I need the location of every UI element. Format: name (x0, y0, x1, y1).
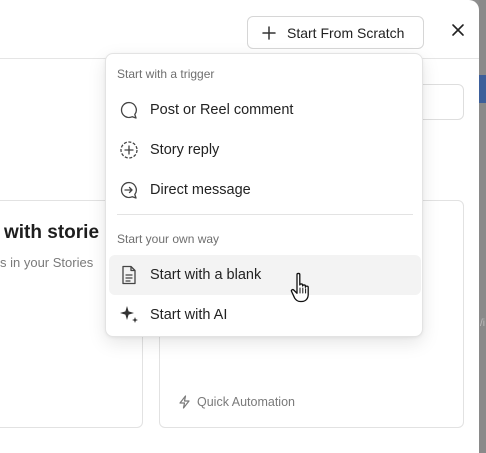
menu-item-start-ai[interactable]: Start with AI (109, 295, 421, 335)
start-from-scratch-button[interactable]: Start From Scratch (247, 16, 424, 49)
backdrop-text: /i (480, 318, 485, 329)
own-way-section-label: Start your own way (117, 232, 220, 246)
start-options-dropdown: Start with a trigger Post or Reel commen… (105, 53, 423, 337)
comment-bubble-icon (118, 99, 140, 121)
menu-item-story-reply[interactable]: Story reply (109, 130, 421, 170)
card-tag: Quick Automation (178, 395, 295, 409)
sparkle-icon (118, 304, 140, 326)
menu-item-post-comment[interactable]: Post or Reel comment (109, 90, 421, 130)
plus-icon (262, 25, 276, 40)
close-button[interactable] (446, 20, 470, 44)
menu-item-label: Start with AI (150, 307, 228, 323)
start-from-scratch-label: Start From Scratch (287, 24, 405, 41)
menu-item-label: Post or Reel comment (150, 102, 294, 118)
menu-item-start-blank[interactable]: Start with a blank (109, 255, 421, 295)
document-icon (118, 264, 140, 286)
menu-item-label: Story reply (150, 142, 220, 158)
card-tag-label: Quick Automation (197, 395, 295, 409)
trigger-section-label: Start with a trigger (117, 67, 215, 81)
circle-arrow-icon (118, 179, 140, 201)
close-icon (451, 23, 465, 42)
backdrop-accent-button (479, 75, 486, 103)
lightning-icon (179, 395, 190, 409)
screen: /i Start From Scratch with storie s in y… (0, 0, 486, 453)
automation-modal: Start From Scratch with storie s in your… (0, 0, 479, 453)
card-subtitle: s in your Stories (0, 255, 94, 270)
menu-item-label: Start with a blank (150, 267, 262, 283)
menu-item-label: Direct message (150, 182, 251, 198)
circle-plus-icon (118, 139, 140, 161)
card-title: with storie (4, 222, 100, 243)
modal-backdrop[interactable] (479, 0, 486, 453)
menu-divider (117, 214, 413, 215)
menu-item-direct-message[interactable]: Direct message (109, 170, 421, 210)
